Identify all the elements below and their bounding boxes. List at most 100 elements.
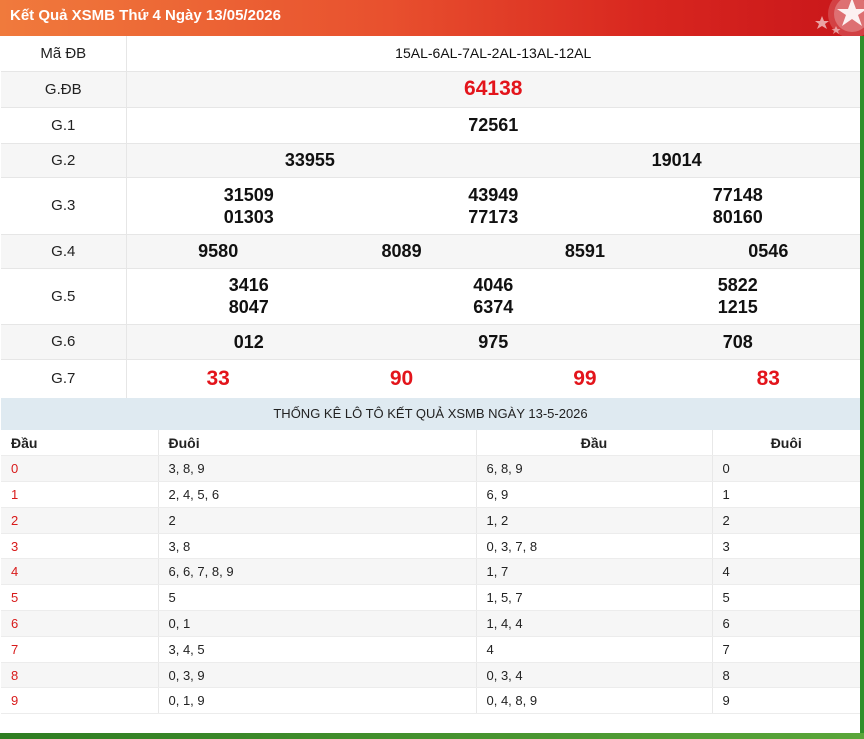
table-row: 0 3, 8, 9 6, 8, 90 bbox=[1, 455, 860, 483]
table-row: 6 0, 1 1, 4, 46 bbox=[1, 610, 860, 637]
prize-number: 8047 bbox=[228, 297, 269, 317]
table-cell: 5 bbox=[712, 584, 860, 612]
table-cell: 7 bbox=[712, 636, 860, 663]
prize-number: 6374 bbox=[473, 297, 514, 317]
table-cell: 4 bbox=[712, 558, 860, 586]
prize-number: 80160 bbox=[712, 206, 763, 227]
column-header-dau: Đầu bbox=[1, 430, 159, 457]
prize-number: 43949 bbox=[468, 184, 519, 205]
row-g3: G.3 31509 01303 43949 77173 77148 80160 bbox=[1, 177, 861, 235]
column-header-duoi: Đuôi bbox=[712, 430, 860, 457]
table-cell: 8 bbox=[1, 662, 159, 689]
prize-number: 012 bbox=[233, 331, 264, 352]
row-label: G.5 bbox=[1, 268, 127, 325]
ma-db-value: 15AL-6AL-7AL-2AL-13AL-12AL bbox=[395, 45, 592, 62]
prize-number: 8089 bbox=[381, 241, 422, 261]
page-header: Kết Quả XSMB Thứ 4 Ngày 13/05/2026 bbox=[0, 0, 864, 36]
prize-number: 01303 bbox=[223, 206, 274, 227]
row-label: G.1 bbox=[1, 107, 127, 144]
prize-number-pair: 5822 1215 bbox=[616, 274, 861, 318]
row-values: 9580 8089 8591 0546 bbox=[126, 234, 860, 269]
table-cell: 1, 5, 7 bbox=[476, 584, 713, 612]
table-cell: 2, 4, 5, 6 bbox=[158, 481, 477, 508]
table-row: 4 6, 6, 7, 8, 9 1, 74 bbox=[1, 558, 860, 586]
prize-number-pair: 4046 6374 bbox=[371, 274, 616, 318]
column-header-duoi: Đuôi bbox=[158, 430, 477, 457]
table-cell: 2 bbox=[158, 507, 477, 534]
table-cell: 1 bbox=[712, 481, 860, 508]
special-prize-number: 64138 bbox=[464, 77, 523, 100]
loto-header-row: Đầu Đuôi Đầu Đuôi bbox=[1, 430, 860, 457]
table-cell: 6, 8, 9 bbox=[476, 455, 713, 483]
prize-number: 33955 bbox=[284, 150, 335, 170]
table-cell: 0, 4, 8, 9 bbox=[476, 687, 713, 715]
row-values: 33955 19014 bbox=[126, 143, 860, 178]
table-cell: 8 bbox=[712, 662, 860, 689]
prize-number-pair: 77148 80160 bbox=[616, 184, 861, 228]
table-cell: 0, 3, 7, 8 bbox=[476, 533, 713, 560]
prize-number: 31509 bbox=[223, 184, 274, 205]
bottom-bar bbox=[0, 733, 864, 739]
row-values: 33 90 99 83 bbox=[126, 359, 860, 399]
row-g4: G.4 9580 8089 8591 0546 bbox=[1, 234, 860, 269]
row-label: G.6 bbox=[1, 324, 127, 360]
prize-number: 0546 bbox=[748, 241, 789, 261]
prize-number: 99 bbox=[573, 366, 597, 390]
row-label: G.7 bbox=[1, 359, 127, 399]
table-cell: 0, 3, 9 bbox=[158, 662, 477, 689]
table-cell: 6, 6, 7, 8, 9 bbox=[158, 558, 477, 586]
row-values: 15AL-6AL-7AL-2AL-13AL-12AL bbox=[126, 36, 860, 72]
row-g6: G.6 012 975 708 bbox=[1, 324, 860, 360]
row-label: G.2 bbox=[1, 143, 127, 178]
table-cell: 0, 3, 4 bbox=[476, 662, 713, 689]
prize-number: 77148 bbox=[712, 184, 763, 205]
prize-number: 4046 bbox=[473, 275, 514, 295]
prize-number-pair: 3416 8047 bbox=[127, 274, 372, 318]
table-cell: 0 bbox=[712, 455, 860, 483]
prize-number: 19014 bbox=[651, 150, 702, 170]
table-cell: 3 bbox=[712, 533, 860, 560]
table-cell: 5 bbox=[158, 584, 477, 612]
table-row: 3 3, 8 0, 3, 7, 83 bbox=[1, 533, 860, 560]
table-cell: 6 bbox=[1, 610, 159, 637]
prize-number-pair: 43949 77173 bbox=[371, 184, 616, 228]
table-cell: 6, 9 bbox=[476, 481, 713, 508]
table-cell: 9 bbox=[712, 687, 860, 715]
table-cell: 0, 1 bbox=[158, 610, 477, 637]
table-cell: 3, 8 bbox=[158, 533, 477, 560]
table-row: 8 0, 3, 9 0, 3, 48 bbox=[1, 662, 860, 689]
table-cell: 0 bbox=[1, 455, 159, 483]
row-values: 64138 bbox=[126, 71, 860, 108]
table-row: 2 2 1, 22 bbox=[1, 507, 860, 534]
row-g1: G.1 72561 bbox=[1, 107, 860, 144]
table-cell: 1, 2 bbox=[476, 507, 713, 534]
prize-number: 72561 bbox=[468, 115, 519, 135]
row-label: G.ĐB bbox=[1, 71, 127, 108]
prize-number: 5822 bbox=[717, 275, 758, 295]
stats-title: THỐNG KÊ LÔ TÔ KẾT QUẢ XSMB NGÀY 13-5-20… bbox=[1, 398, 860, 430]
table-cell: 1 bbox=[1, 481, 159, 508]
table-cell: 1, 7 bbox=[476, 558, 713, 586]
table-cell: 4 bbox=[476, 636, 713, 663]
row-ma-db: Mã ĐB 15AL-6AL-7AL-2AL-13AL-12AL bbox=[1, 36, 860, 72]
row-values: 31509 01303 43949 77173 77148 80160 bbox=[126, 177, 861, 235]
prize-number: 975 bbox=[478, 331, 509, 352]
row-label: G.4 bbox=[1, 234, 127, 269]
table-cell: 1, 4, 4 bbox=[476, 610, 713, 637]
row-g5: G.5 3416 8047 4046 6374 5822 1215 bbox=[1, 268, 861, 325]
prize-number: 1215 bbox=[717, 297, 758, 317]
loto-stats-table: Đầu Đuôi Đầu Đuôi 0 3, 8, 9 6, 8, 9 0 1 2, 4,… bbox=[1, 430, 860, 715]
row-label: G.3 bbox=[1, 177, 127, 235]
row-values: 72561 bbox=[126, 107, 860, 144]
table-cell: 3 bbox=[1, 533, 159, 560]
prize-number: 3416 bbox=[228, 275, 269, 295]
right-border bbox=[860, 36, 864, 733]
row-g2: G.2 33955 19014 bbox=[1, 143, 860, 178]
table-row: 7 3, 4, 547 bbox=[1, 636, 860, 663]
prize-number: 33 bbox=[206, 366, 230, 390]
row-g-db: G.ĐB 64138 bbox=[1, 71, 860, 108]
page-title: Kết Quả XSMB Thứ 4 Ngày 13/05/2026 bbox=[10, 7, 281, 24]
table-cell: 2 bbox=[712, 507, 860, 534]
table-cell: 5 bbox=[1, 584, 159, 612]
results-table: Mã ĐB 15AL-6AL-7AL-2AL-13AL-12AL G.ĐB 64… bbox=[1, 36, 860, 399]
